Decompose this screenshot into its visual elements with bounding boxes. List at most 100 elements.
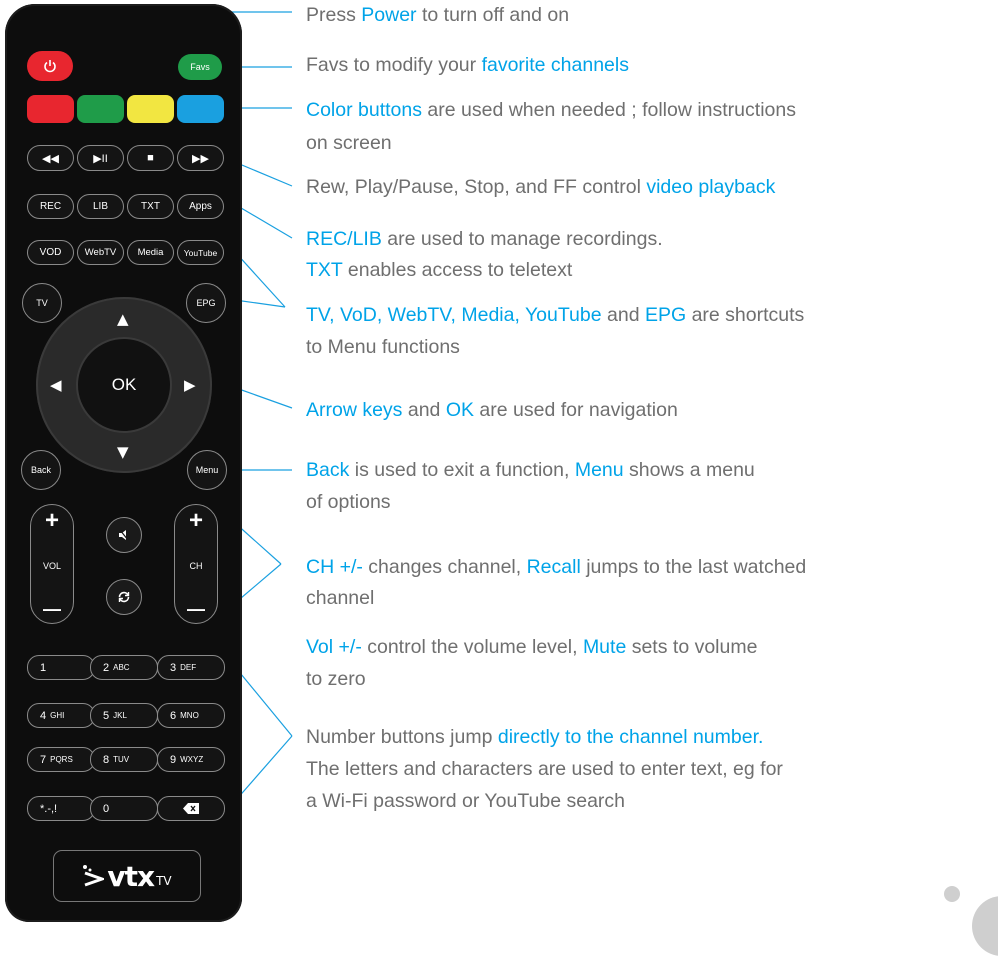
rewind-button[interactable]: ◀◀	[27, 145, 74, 171]
annotation-vol-e: sets to volume	[626, 636, 758, 658]
back-button[interactable]: Back	[21, 450, 61, 490]
annotation-ch-line1: CH +/- changes channel, Recall jumps to …	[306, 552, 806, 582]
youtube-button[interactable]: YouTube	[177, 240, 224, 265]
vtx-logo-sub: TV	[156, 874, 172, 888]
annotation-vol-b: Vol +/-	[306, 636, 362, 658]
annotation-arrows-e: are used for navigation	[474, 399, 678, 421]
annotation-vol-d: Mute	[582, 636, 627, 658]
key-2-label: 2	[103, 661, 110, 674]
line-num-b	[235, 735, 293, 801]
key-5-label: 5	[103, 709, 110, 722]
annotation-num-b: directly to the channel number.	[497, 726, 764, 748]
mute-icon	[119, 529, 129, 541]
annotation-back-c: is used to exit a function,	[349, 459, 575, 481]
yellow-button[interactable]	[127, 95, 174, 123]
key-6-letters: MNO	[180, 711, 199, 720]
ch-plus-label: +	[188, 507, 203, 534]
power-icon	[44, 60, 56, 73]
annotation-shortcuts-e: are shortcuts	[686, 304, 805, 326]
key-8[interactable]: 8 TUV	[90, 747, 158, 772]
lib-button[interactable]: LIB	[77, 194, 124, 219]
blue-button[interactable]	[177, 95, 224, 123]
red-button[interactable]	[27, 95, 74, 123]
annotation-arrows-c: and	[402, 399, 446, 421]
arrow-up-button[interactable]: ▲	[117, 312, 129, 327]
corner-decoration	[944, 886, 960, 902]
annotation-ch-c: changes channel,	[362, 556, 527, 578]
mute-button[interactable]	[106, 517, 142, 553]
arrow-left-button[interactable]: ◀	[50, 378, 62, 393]
media-button[interactable]: Media	[127, 240, 174, 265]
annotation-favs-b: favorite channels	[481, 54, 629, 76]
txt-button[interactable]: TXT	[127, 194, 174, 219]
key-1[interactable]: 1	[27, 655, 95, 680]
ok-button[interactable]: OK	[76, 337, 172, 433]
tv-button[interactable]: TV	[22, 283, 62, 323]
key-4[interactable]: 4 GHI	[27, 703, 95, 728]
recall-button[interactable]	[106, 579, 142, 615]
green-button[interactable]	[77, 95, 124, 123]
key-9[interactable]: 9 WXYZ	[157, 747, 225, 772]
annotation-ch-b: CH +/-	[306, 556, 363, 578]
annotation-shortcuts-b: TV, VoD, WebTV, Media, YouTube	[306, 304, 602, 326]
arrow-right-button[interactable]: ▶	[184, 378, 196, 393]
vtx-logo-text: vtx	[107, 859, 155, 893]
annotation-rec-b: REC/LIB	[306, 228, 382, 250]
ch-minus-label: —	[187, 599, 205, 619]
play-pause-button[interactable]: ▶II	[77, 145, 124, 171]
annotation-num-line2: The letters and characters are used to e…	[306, 758, 783, 780]
annotation-arrows-d: OK	[445, 399, 474, 421]
key-7[interactable]: 7 PQRS	[27, 747, 95, 772]
annotation-color-line2: on screen	[306, 132, 392, 154]
annotation-transport-b: video playback	[646, 176, 776, 198]
annotation-color-b: Color buttons	[306, 99, 422, 121]
key-2[interactable]: 2 ABC	[90, 655, 158, 680]
key-6[interactable]: 6 MNO	[157, 703, 225, 728]
annotation-num-line1: Number buttons jump directly to the chan…	[306, 722, 763, 752]
menu-button[interactable]: Menu	[187, 450, 227, 490]
key-7-letters: PQRS	[50, 755, 73, 764]
key-0[interactable]: 0	[90, 796, 158, 821]
vol-label: VOL	[42, 561, 61, 571]
key-3[interactable]: 3 DEF	[157, 655, 225, 680]
power-button[interactable]	[27, 51, 73, 81]
annotation-vol-c: control the volume level,	[361, 636, 583, 658]
vtx-logo: vtx TV	[53, 850, 201, 902]
annotation-back-d: Menu	[574, 459, 624, 481]
annotation-rec-line2: TXT enables access to teletext	[306, 255, 572, 285]
annotation-shortcuts-d: EPG	[644, 304, 687, 326]
key-5[interactable]: 5 JKL	[90, 703, 158, 728]
key-4-letters: GHI	[50, 711, 65, 720]
key-9-letters: WXYZ	[180, 755, 204, 764]
line-rec	[235, 204, 293, 239]
vod-button[interactable]: VOD	[27, 240, 74, 265]
vol-plus-label: +	[44, 507, 59, 534]
key-3-letters: DEF	[180, 663, 197, 672]
annotation-power-a: Press	[306, 4, 362, 26]
annotation-txt-b: TXT	[306, 259, 343, 281]
annotation-vol-line1: Vol +/- control the volume level, Mute s…	[306, 632, 757, 662]
annotation-back-b: Back	[306, 459, 350, 481]
annotation-arrows-b: Arrow keys	[306, 399, 403, 421]
vol-rocker[interactable]: + VOL —	[30, 504, 74, 624]
fast-forward-button[interactable]: ▶▶	[177, 145, 224, 171]
stop-button[interactable]: ■	[127, 145, 174, 171]
annotation-vol-line2: to zero	[306, 668, 366, 690]
key-symbols[interactable]: *.-,!	[27, 796, 95, 821]
key-0-label: 0	[103, 802, 110, 815]
annotation-favs-a: Favs to modify your	[306, 54, 482, 76]
epg-button[interactable]: EPG	[186, 283, 226, 323]
line-arrows	[235, 387, 293, 409]
arrow-down-button[interactable]: ▼	[117, 445, 129, 460]
delete-button[interactable]	[157, 796, 225, 821]
rec-button[interactable]: REC	[27, 194, 74, 219]
backspace-icon	[183, 803, 199, 814]
annotation-color-c: are used when needed ; follow instructio…	[421, 99, 796, 121]
annotation-txt-c: enables access to teletext	[342, 259, 573, 281]
webtv-button[interactable]: WebTV	[77, 240, 124, 265]
ch-rocker[interactable]: + CH —	[174, 504, 218, 624]
annotation-shortcuts-line1: TV, VoD, WebTV, Media, YouTube and EPG a…	[306, 300, 804, 330]
apps-button[interactable]: Apps	[177, 194, 224, 219]
favs-button[interactable]: Favs	[178, 54, 222, 80]
annotation-rec-c: are used to manage recordings.	[381, 228, 663, 250]
